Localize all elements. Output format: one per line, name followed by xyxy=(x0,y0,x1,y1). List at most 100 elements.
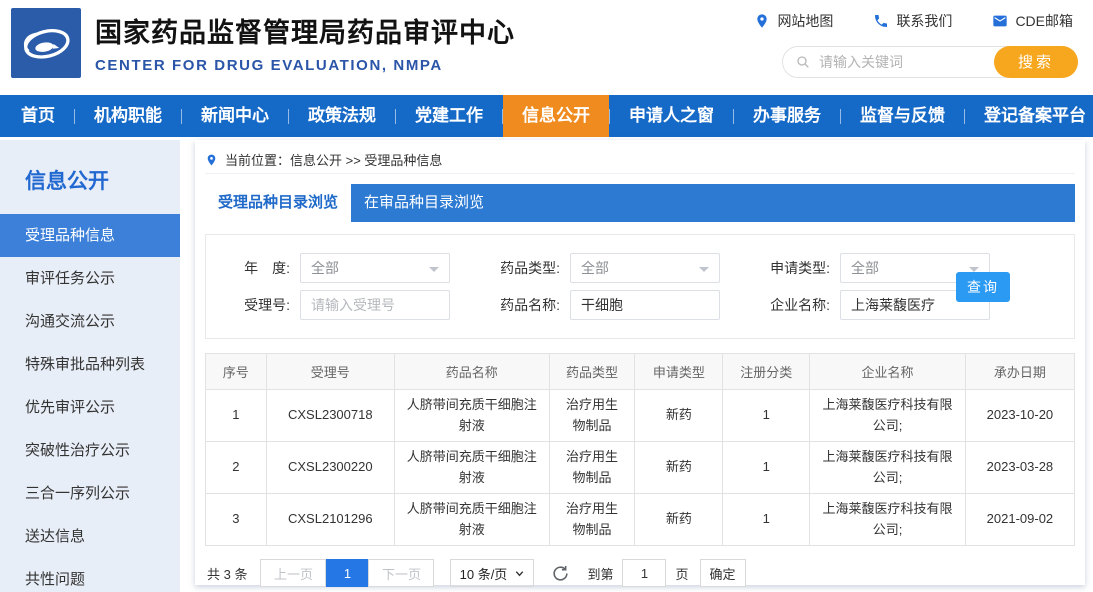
breadcrumb: 当前位置：信息公开 >> 受理品种信息 xyxy=(205,146,1075,174)
sidebar-item-breakthrough-therapy[interactable]: 突破性治疗公示 xyxy=(0,429,180,472)
sidebar-title: 信息公开 xyxy=(0,140,180,214)
table-row: 1 CXSL2300718 人脐带间充质干细胞注射液 治疗用生物制品 新药 1 … xyxy=(206,390,1075,442)
cell-apply-type: 新药 xyxy=(635,494,723,546)
sidebar-item-accepted-varieties[interactable]: 受理品种信息 xyxy=(0,214,180,257)
cde-logo xyxy=(11,8,81,78)
main-nav: 首页 机构职能 新闻中心 政策法规 党建工作 信息公开 申请人之窗 办事服务 监… xyxy=(0,95,1093,137)
chevron-down-icon xyxy=(514,568,525,579)
cell-reg-class: 1 xyxy=(723,390,810,442)
sitemap-link[interactable]: 网站地图 xyxy=(754,11,833,31)
nav-item-info-disclosure[interactable]: 信息公开 xyxy=(503,95,609,137)
nav-item-registration-platform[interactable]: 登记备案平台 xyxy=(965,95,1093,137)
col-reg-class: 注册分类 xyxy=(723,354,810,390)
year-label: 年 度: xyxy=(206,258,290,278)
search-button[interactable]: 搜索 xyxy=(994,46,1078,78)
breadcrumb-text: 当前位置：信息公开 >> 受理品种信息 xyxy=(225,150,442,169)
nav-item-news[interactable]: 新闻中心 xyxy=(182,95,288,137)
confirm-button[interactable]: 确定 xyxy=(700,559,746,587)
sitemap-link-label: 网站地图 xyxy=(777,11,833,31)
cell-date: 2023-03-28 xyxy=(965,442,1074,494)
phone-icon xyxy=(873,13,889,29)
cell-drug-type: 治疗用生物制品 xyxy=(549,494,635,546)
search-input[interactable]: 请输入关键词 xyxy=(819,52,994,72)
goto-page-input[interactable] xyxy=(622,559,666,587)
year-select[interactable]: 全部 xyxy=(300,253,450,283)
table-row: 2 CXSL2300220 人脐带间充质干细胞注射液 治疗用生物制品 新药 1 … xyxy=(206,442,1075,494)
cde-logo-swirl-icon xyxy=(17,14,75,72)
apply-type-label: 申请类型: xyxy=(746,258,830,278)
results-table: 序号 受理号 药品名称 药品类型 申请类型 注册分类 企业名称 承办日期 1 C… xyxy=(205,353,1075,546)
nav-item-functions[interactable]: 机构职能 xyxy=(75,95,181,137)
drug-type-select[interactable]: 全部 xyxy=(570,253,720,283)
search-icon xyxy=(795,54,811,70)
acceptance-no-label: 受理号: xyxy=(206,295,290,315)
drug-name-label: 药品名称: xyxy=(476,295,560,315)
nav-item-home[interactable]: 首页 xyxy=(2,95,74,137)
goto-page-unit: 页 xyxy=(675,564,688,583)
cell-acceptance-no: CXSL2300220 xyxy=(266,442,394,494)
cell-reg-class: 1 xyxy=(723,442,810,494)
drug-type-label: 药品类型: xyxy=(476,258,560,278)
drug-name-input[interactable] xyxy=(570,290,720,320)
sidebar-item-communication[interactable]: 沟通交流公示 xyxy=(0,300,180,343)
nav-item-services[interactable]: 办事服务 xyxy=(734,95,840,137)
page-title: 国家药品监督管理局药品审评中心 xyxy=(95,11,515,50)
cell-drug-name: 人脐带间充质干细胞注射液 xyxy=(394,390,549,442)
current-page-button[interactable]: 1 xyxy=(326,559,368,587)
pagination: 共 3 条 上一页 1 下一页 10 条/页 到第 页 确定 xyxy=(205,559,1075,587)
next-page-button[interactable]: 下一页 xyxy=(368,559,434,587)
nav-item-supervision[interactable]: 监督与反馈 xyxy=(841,95,964,137)
cell-drug-type: 治疗用生物制品 xyxy=(549,390,635,442)
sidebar-item-delivery-info[interactable]: 送达信息 xyxy=(0,515,180,558)
mail-icon xyxy=(992,13,1008,29)
table-row: 3 CXSL2101296 人脐带间充质干细胞注射液 治疗用生物制品 新药 1 … xyxy=(206,494,1075,546)
cell-date: 2023-10-20 xyxy=(965,390,1074,442)
company-label: 企业名称: xyxy=(746,295,830,315)
cell-seq: 1 xyxy=(206,390,267,442)
tab-accepted-catalog[interactable]: 受理品种目录浏览 xyxy=(205,184,351,222)
cell-drug-name: 人脐带间充质干细胞注射液 xyxy=(394,494,549,546)
content-panel: 当前位置：信息公开 >> 受理品种信息 受理品种目录浏览 在审品种目录浏览 年 … xyxy=(195,140,1085,585)
tab-under-review-catalog[interactable]: 在审品种目录浏览 xyxy=(351,184,497,222)
col-acceptance-no: 受理号 xyxy=(266,354,394,390)
page-size-value: 10 条/页 xyxy=(460,564,508,583)
contact-link[interactable]: 联系我们 xyxy=(873,11,952,31)
cell-acceptance-no: CXSL2101296 xyxy=(266,494,394,546)
nav-item-applicant[interactable]: 申请人之窗 xyxy=(610,95,733,137)
refresh-icon[interactable] xyxy=(551,564,570,583)
col-date: 承办日期 xyxy=(965,354,1074,390)
sidebar-item-review-tasks[interactable]: 审评任务公示 xyxy=(0,257,180,300)
col-company: 企业名称 xyxy=(810,354,966,390)
col-drug-type: 药品类型 xyxy=(549,354,635,390)
cde-mail-link[interactable]: CDE邮箱 xyxy=(992,11,1073,31)
location-pin-icon xyxy=(205,153,218,167)
sidebar-item-common-issues[interactable]: 共性问题 xyxy=(0,558,180,592)
query-button[interactable]: 查询 xyxy=(956,272,1010,302)
cell-company: 上海莱馥医疗科技有限公司; xyxy=(810,442,966,494)
cell-date: 2021-09-02 xyxy=(965,494,1074,546)
acceptance-no-input[interactable] xyxy=(300,290,450,320)
cell-drug-type: 治疗用生物制品 xyxy=(549,442,635,494)
site-search[interactable]: 请输入关键词 搜索 xyxy=(782,46,1078,78)
page-subtitle: CENTER FOR DRUG EVALUATION, NMPA xyxy=(95,57,515,74)
prev-page-button[interactable]: 上一页 xyxy=(260,559,326,587)
sidebar-item-three-in-one[interactable]: 三合一序列公示 xyxy=(0,472,180,515)
cell-seq: 3 xyxy=(206,494,267,546)
nav-item-policy[interactable]: 政策法规 xyxy=(289,95,395,137)
col-drug-name: 药品名称 xyxy=(394,354,549,390)
site-header: 国家药品监督管理局药品审评中心 CENTER FOR DRUG EVALUATI… xyxy=(0,0,1093,95)
table-header-row: 序号 受理号 药品名称 药品类型 申请类型 注册分类 企业名称 承办日期 xyxy=(206,354,1075,390)
col-seq: 序号 xyxy=(206,354,267,390)
cell-company: 上海莱馥医疗科技有限公司; xyxy=(810,390,966,442)
cell-acceptance-no: CXSL2300718 xyxy=(266,390,394,442)
cell-company: 上海莱馥医疗科技有限公司; xyxy=(810,494,966,546)
location-pin-icon xyxy=(754,13,770,29)
cde-mail-link-label: CDE邮箱 xyxy=(1015,11,1073,31)
nav-item-party[interactable]: 党建工作 xyxy=(396,95,502,137)
goto-page-label: 到第 xyxy=(587,564,613,583)
sidebar-item-priority-review[interactable]: 优先审评公示 xyxy=(0,386,180,429)
page-size-select[interactable]: 10 条/页 xyxy=(450,559,534,587)
filter-panel: 年 度: 全部 药品类型: 全部 申请类型: 全部 受理号: 药品 xyxy=(205,234,1075,339)
sidebar-item-special-approval[interactable]: 特殊审批品种列表 xyxy=(0,343,180,386)
cell-apply-type: 新药 xyxy=(635,390,723,442)
